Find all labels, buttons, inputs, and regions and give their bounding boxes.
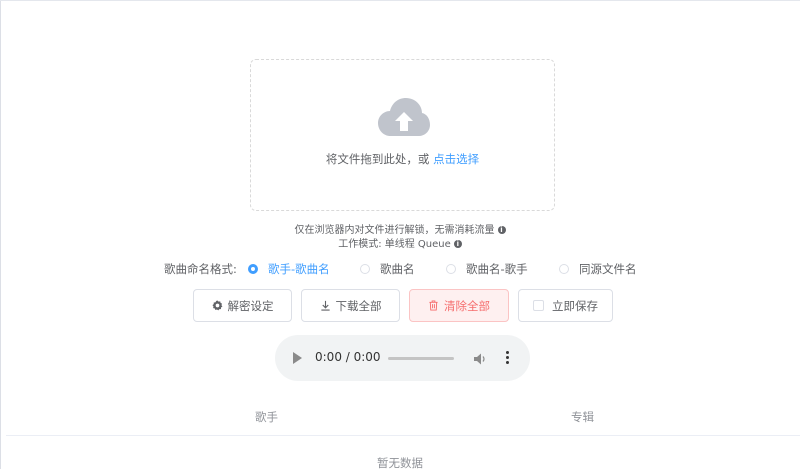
radio-artist-title[interactable]: 歌手-歌曲名 [248, 261, 330, 277]
radio-label: 歌曲名-歌手 [466, 262, 528, 276]
table-divider [6, 435, 800, 436]
radio-label: 歌曲名 [380, 262, 415, 276]
naming-format-label: 歌曲命名格式: [164, 262, 237, 276]
download-icon [320, 300, 331, 311]
playback-time: 0:00 / 0:00 [315, 350, 381, 364]
radio-dot[interactable] [446, 264, 456, 274]
trash-icon [428, 300, 439, 311]
naming-format-group: 歌曲命名格式: 歌手-歌曲名 歌曲名 歌曲名-歌手 同源文件名 [0, 261, 800, 277]
drop-hint: 将文件拖到此处，或 点击选择 [251, 151, 554, 167]
work-mode-note: 工作模式: 单线程 Queue i [0, 235, 800, 250]
radio-label: 同源文件名 [579, 262, 637, 276]
radio-label: 歌手-歌曲名 [268, 262, 330, 276]
column-artist: 歌手 [255, 410, 278, 424]
clear-all-label: 清除全部 [444, 298, 490, 313]
radio-dot[interactable] [360, 264, 370, 274]
gear-icon [211, 300, 223, 311]
radio-title[interactable]: 歌曲名 [360, 261, 415, 277]
seek-bar[interactable] [388, 357, 454, 360]
drop-hint-text: 将文件拖到此处，或 [325, 152, 430, 166]
download-all-label: 下载全部 [335, 298, 382, 313]
file-drop-zone[interactable]: 将文件拖到此处，或 点击选择 [250, 59, 555, 211]
save-now-label: 立即保存 [552, 298, 598, 313]
info-icon[interactable]: i [497, 226, 506, 234]
select-file-link[interactable]: 点击选择 [433, 152, 479, 166]
save-now-checkbox[interactable] [533, 300, 544, 311]
radio-source-filename[interactable]: 同源文件名 [559, 261, 637, 277]
upload-cloud-icon [378, 98, 430, 136]
download-all-button[interactable]: 下载全部 [301, 289, 400, 322]
work-mode-text: 工作模式: 单线程 Queue [338, 239, 451, 250]
more-options-icon[interactable] [503, 349, 511, 367]
play-icon[interactable] [293, 352, 302, 364]
radio-dot[interactable] [559, 264, 569, 274]
decrypt-settings-button[interactable]: 解密设定 [193, 289, 292, 322]
volume-icon[interactable] [473, 351, 487, 370]
decrypt-settings-label: 解密设定 [227, 298, 274, 313]
info-icon[interactable]: i [453, 240, 462, 248]
radio-dot[interactable] [248, 264, 258, 274]
privacy-note: 仅在浏览器内对文件进行解锁，无需消耗流量 i [0, 221, 800, 236]
radio-title-artist[interactable]: 歌曲名-歌手 [446, 261, 528, 277]
save-now-button[interactable]: 立即保存 [518, 289, 613, 322]
audio-player: 0:00 / 0:00 [275, 335, 530, 381]
window-border-top [0, 0, 800, 1]
column-album: 专辑 [571, 410, 594, 424]
clear-all-button[interactable]: 清除全部 [409, 289, 509, 322]
